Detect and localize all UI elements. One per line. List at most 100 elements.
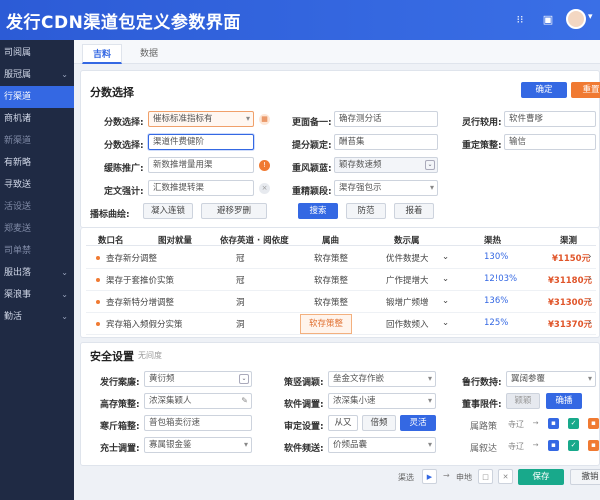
- option-button[interactable]: 从又: [328, 415, 358, 431]
- text-field[interactable]: 普包箱卖衍速: [144, 415, 252, 431]
- table-row[interactable]: 渠存于套推价实策 冠 软存策整 广作提增大 ⌄ 12!03% ¥31180元 ›: [86, 269, 596, 291]
- quick-option-button[interactable]: 凝入连锁: [143, 203, 193, 219]
- chevron-down-icon[interactable]: ⌄: [442, 274, 449, 284]
- select-field[interactable]: 价频品囊 ▾: [328, 437, 436, 453]
- chevron-right-icon[interactable]: ›: [588, 296, 591, 306]
- app-title: 发行CDN渠道包定义参数界面: [6, 13, 241, 33]
- square-icon[interactable]: ▪: [548, 418, 559, 429]
- chevron-down-icon: ⌄: [61, 70, 68, 79]
- chevron-down-icon: ▾: [245, 114, 250, 123]
- check-icon[interactable]: ✓: [568, 440, 579, 451]
- select-field[interactable]: 寡属银金鉴 ▾: [144, 437, 252, 453]
- chevron-down-icon: ▾: [587, 374, 592, 383]
- sidebar-item[interactable]: 服冠属 ⌄: [0, 64, 74, 86]
- tab[interactable]: 数据: [130, 44, 168, 64]
- table-row[interactable]: 查存新特分增调整 洞 软存策整 锻增广频增 ⌄ 136% ¥31300元 ›: [86, 291, 596, 313]
- primary-button[interactable]: 确播: [546, 393, 582, 409]
- option-button[interactable]: 倍频: [362, 415, 396, 431]
- flag-icon[interactable]: ▪: [588, 418, 599, 429]
- sidebar-item-active[interactable]: 行渠道: [0, 86, 74, 108]
- select-field[interactable]: 浓深集小速 ▾: [328, 393, 436, 409]
- sidebar-item[interactable]: 渠浪事 ⌄: [0, 284, 74, 306]
- sidebar-item[interactable]: 寻致送: [0, 174, 74, 196]
- square-icon[interactable]: ▪: [548, 440, 559, 451]
- chevron-down-icon: ▾: [427, 374, 432, 383]
- footer-label: 申地: [456, 473, 472, 482]
- chevron-right-icon[interactable]: ›: [588, 274, 591, 284]
- sidebar-item[interactable]: 勤活 ⌄: [0, 306, 74, 328]
- status-dot: [96, 300, 100, 304]
- export-button[interactable]: 防范: [346, 203, 386, 219]
- field-label: 更面备一:: [292, 118, 332, 128]
- cancel-button[interactable]: 撤销: [570, 469, 600, 485]
- text-field[interactable]: 浓深集颖人 ✎: [144, 393, 252, 409]
- table-row[interactable]: 宾存箱入频假分实策 洞 软存策整 回作数频入 ⌄ 125% ¥31370元 ›: [86, 313, 596, 335]
- save-button[interactable]: 保存: [518, 469, 564, 485]
- select-field[interactable]: 黄衍频 ⌄: [144, 371, 252, 387]
- column-header: 数示属: [394, 236, 420, 246]
- alert-icon[interactable]: !: [259, 160, 270, 171]
- select-field[interactable]: 翼阔参覆 ▾: [506, 371, 596, 387]
- chevron-right-icon[interactable]: ›: [588, 252, 591, 262]
- chevron-right-icon[interactable]: ›: [588, 318, 591, 328]
- tab-active[interactable]: 吉料: [82, 44, 123, 64]
- calendar-icon[interactable]: ▦: [259, 114, 270, 125]
- filter-title: 分数选择: [90, 86, 134, 99]
- chevron-down-icon: ⌄: [61, 290, 68, 299]
- chevron-down-icon[interactable]: ▾: [588, 12, 593, 22]
- select-field[interactable]: 颖存数速频 ⌄: [334, 157, 438, 173]
- text-field[interactable]: 新数推增量用渠: [148, 157, 254, 173]
- quick-option-button[interactable]: 避移罗删: [201, 203, 267, 219]
- close-icon[interactable]: ✕: [498, 469, 513, 484]
- sidebar-item[interactable]: 司单禁: [0, 240, 74, 262]
- select-field[interactable]: 垒金文存作嵌 ▾: [328, 371, 436, 387]
- avatar[interactable]: [566, 9, 586, 29]
- play-icon[interactable]: ▶: [422, 469, 437, 484]
- tab-bar: 吉料 数据: [74, 40, 600, 64]
- text-field[interactable]: 酬苔集: [334, 134, 438, 150]
- sidebar-item[interactable]: 司阅属: [0, 42, 74, 64]
- security-subtitle: 无间度: [138, 351, 162, 360]
- option-button-active[interactable]: 灵活: [400, 415, 436, 431]
- search-button[interactable]: 搜索: [298, 203, 338, 219]
- secondary-button[interactable]: 颖颖: [506, 393, 540, 409]
- sidebar-item[interactable]: 服出落 ⌄: [0, 262, 74, 284]
- chevron-down-icon[interactable]: ⌄: [442, 318, 449, 328]
- field-label: 定文强计:: [104, 187, 144, 197]
- sidebar-item[interactable]: 新渠道: [0, 130, 74, 152]
- text-field[interactable]: 汇数推提转渠: [148, 180, 254, 196]
- notification-icon[interactable]: ▣: [540, 12, 556, 28]
- table-row[interactable]: 查存新分调整 冠 软存策整 优件数提大 ⌄ 130% ¥1150元 ›: [86, 247, 596, 269]
- column-header: 属曲: [322, 236, 340, 246]
- field-label: 灵行较用:: [462, 118, 502, 128]
- security-title: 安全设置: [90, 350, 134, 363]
- chevron-down-icon[interactable]: ⌄: [442, 252, 449, 262]
- flag-icon[interactable]: ▪: [588, 440, 599, 451]
- reset-button[interactable]: 重置: [571, 82, 600, 98]
- status-dot: [96, 256, 100, 260]
- field-label: 策竖调颖:: [284, 378, 324, 388]
- field-label: 发行案廉:: [100, 378, 140, 388]
- more-button[interactable]: 报着: [394, 203, 434, 219]
- clear-icon[interactable]: ×: [259, 183, 270, 194]
- field-label: 分数选择:: [104, 118, 144, 128]
- text-field[interactable]: 渠道件费健阶: [148, 134, 254, 150]
- text-field[interactable]: 输信: [504, 134, 596, 150]
- check-icon[interactable]: ✓: [568, 418, 579, 429]
- side-label: 属路策: [470, 422, 498, 432]
- sidebar-item[interactable]: 商机诸: [0, 108, 74, 130]
- chevron-down-icon: ▾: [429, 183, 434, 192]
- sidebar-item[interactable]: 郑麦送: [0, 218, 74, 240]
- confirm-button[interactable]: 确定: [521, 82, 567, 98]
- chevron-down-icon[interactable]: ⌄: [442, 296, 449, 306]
- sidebar-item[interactable]: 有新略: [0, 152, 74, 174]
- text-field[interactable]: 软件曹嗲: [504, 111, 596, 127]
- highlighted-cell[interactable]: 软存策整: [300, 314, 352, 334]
- sidebar-item[interactable]: 活设送: [0, 196, 74, 218]
- select-field[interactable]: 催标标准指标有 ▾: [148, 111, 254, 127]
- grid-icon[interactable]: ⁝⁝: [512, 12, 528, 28]
- footer-label: 渠选: [398, 473, 414, 482]
- select-field[interactable]: 渠存强包示 ▾: [334, 180, 438, 196]
- text-field[interactable]: 确存测分话: [334, 111, 438, 127]
- checkbox-icon[interactable]: □: [478, 469, 493, 484]
